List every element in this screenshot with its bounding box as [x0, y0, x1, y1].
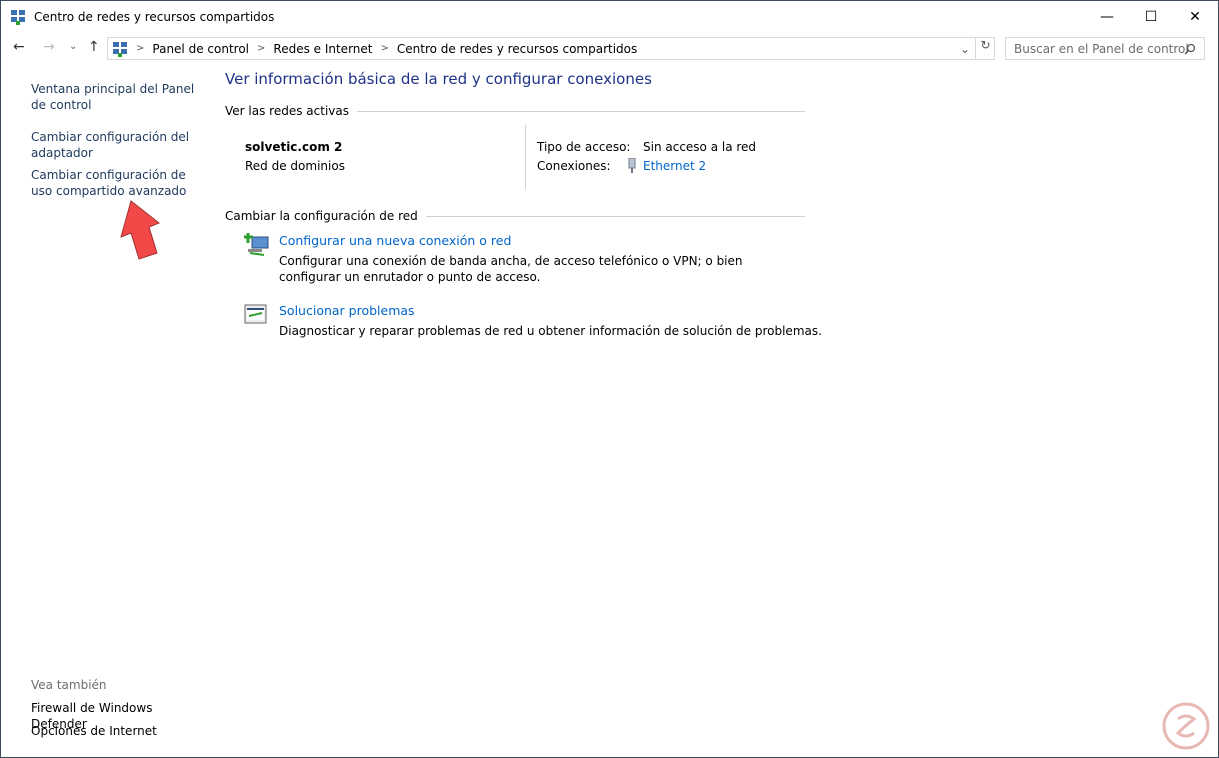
chevron-right-icon: > [380, 43, 389, 54]
search-input[interactable]: Buscar en el Panel de control [1005, 37, 1205, 60]
new-connection-icon [244, 233, 269, 256]
recent-locations-button[interactable]: ⌄ [69, 41, 77, 52]
network-center-icon [11, 10, 25, 25]
close-button[interactable]: ✕ [1172, 1, 1218, 33]
maximize-button[interactable]: ☐ [1128, 1, 1174, 33]
section-title: Ver las redes activas [225, 104, 349, 118]
forward-button[interactable]: → [43, 39, 55, 55]
breadcrumb-panel[interactable]: Panel de control [152, 42, 249, 56]
search-icon [1184, 43, 1196, 55]
divider [525, 125, 526, 189]
address-dropdown-button[interactable]: ⌄ [960, 42, 970, 56]
navigation-bar: ← → ⌄ ↑ > Panel de control > Redes e Int… [1, 37, 1218, 61]
section-title: Cambiar la configuración de red [225, 209, 418, 223]
ethernet-connection-link[interactable]: Ethernet 2 [643, 158, 706, 174]
page-title: Ver información básica de la red y confi… [225, 70, 652, 88]
watermark-logo [1162, 702, 1210, 750]
access-type-label: Tipo de acceso: [537, 140, 631, 154]
title-bar: Centro de redes y recursos compartidos —… [1, 1, 1218, 33]
address-bar[interactable]: > Panel de control > Redes e Internet > … [107, 37, 995, 60]
up-button[interactable]: ↑ [88, 39, 100, 55]
breadcrumb-center[interactable]: Centro de redes y recursos compartidos [397, 42, 637, 56]
chevron-right-icon: > [136, 43, 145, 54]
minimize-button[interactable]: — [1084, 1, 1130, 33]
search-placeholder: Buscar en el Panel de control [1014, 41, 1189, 56]
connections-label: Conexiones: [537, 159, 611, 173]
active-networks-section: Ver las redes activas [225, 104, 805, 118]
breadcrumb-network[interactable]: Redes e Internet [273, 42, 372, 56]
red-arrow-annotation [120, 200, 160, 260]
back-button[interactable]: ← [13, 39, 25, 55]
new-connection-description: Configurar una conexión de banda ancha, … [279, 254, 743, 284]
troubleshoot-link[interactable]: Solucionar problemas [279, 303, 415, 319]
sidebar-link-advanced-sharing[interactable]: Cambiar configuración de uso compartido … [31, 167, 206, 199]
control-panel-icon [113, 41, 127, 57]
sidebar-link-control-panel-home[interactable]: Ventana principal del Panel de control [31, 81, 206, 113]
troubleshoot-description: Diagnosticar y reparar problemas de red … [279, 324, 822, 338]
refresh-button[interactable]: ↻ [975, 38, 995, 59]
new-connection-link[interactable]: Configurar una nueva conexión o red [279, 233, 511, 249]
access-type-value: Sin acceso a la red [643, 140, 757, 154]
network-name: solvetic.com 2 [245, 140, 343, 154]
troubleshoot-icon [244, 304, 267, 324]
network-type: Red de dominios [245, 159, 345, 173]
chevron-right-icon: > [257, 43, 266, 54]
window-title: Centro de redes y recursos compartidos [34, 10, 275, 24]
ethernet-icon [628, 158, 636, 173]
sidebar-link-adapter-settings[interactable]: Cambiar configuración del adaptador [31, 129, 206, 161]
see-also-title: Vea también [31, 678, 107, 692]
change-settings-section: Cambiar la configuración de red [225, 209, 805, 223]
sidebar-link-internet-options[interactable]: Opciones de Internet [31, 723, 206, 739]
